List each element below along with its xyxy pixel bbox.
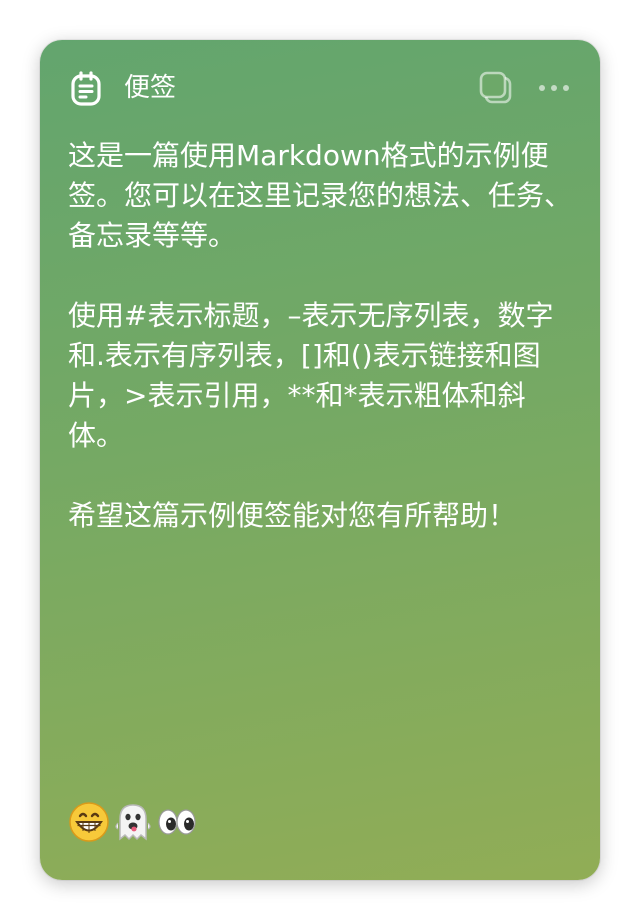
app-title: 便签 bbox=[124, 73, 177, 103]
ghost-emoji bbox=[115, 804, 151, 841]
note-icon bbox=[71, 71, 101, 106]
grinning-face-emoji bbox=[69, 802, 109, 842]
more-horizontal-icon[interactable] bbox=[534, 76, 574, 100]
note-paragraph-intro: 这是一篇使用Markdown格式的示例便签。您可以在这里记录您的想法、任务、备忘… bbox=[68, 139, 573, 252]
note-card: 便签 这是一篇使用Markdown格式的示例便签。您可以在这里记录您的想法、任务… bbox=[40, 40, 600, 880]
note-paragraph-syntax: 使用#表示标题，–表示无序列表，数字和.表示有序列表，[]和()表示链接和图片，… bbox=[68, 299, 554, 452]
note-header: 便签 bbox=[40, 40, 600, 136]
eyes-emoji bbox=[158, 809, 196, 835]
note-body[interactable]: 这是一篇使用Markdown格式的示例便签。您可以在这里记录您的想法、任务、备忘… bbox=[68, 136, 578, 576]
note-paragraph-closing: 希望这篇示例便签能对您有所帮助！ bbox=[68, 499, 517, 532]
stack-icon[interactable] bbox=[478, 70, 514, 106]
emoji-row bbox=[68, 800, 198, 844]
